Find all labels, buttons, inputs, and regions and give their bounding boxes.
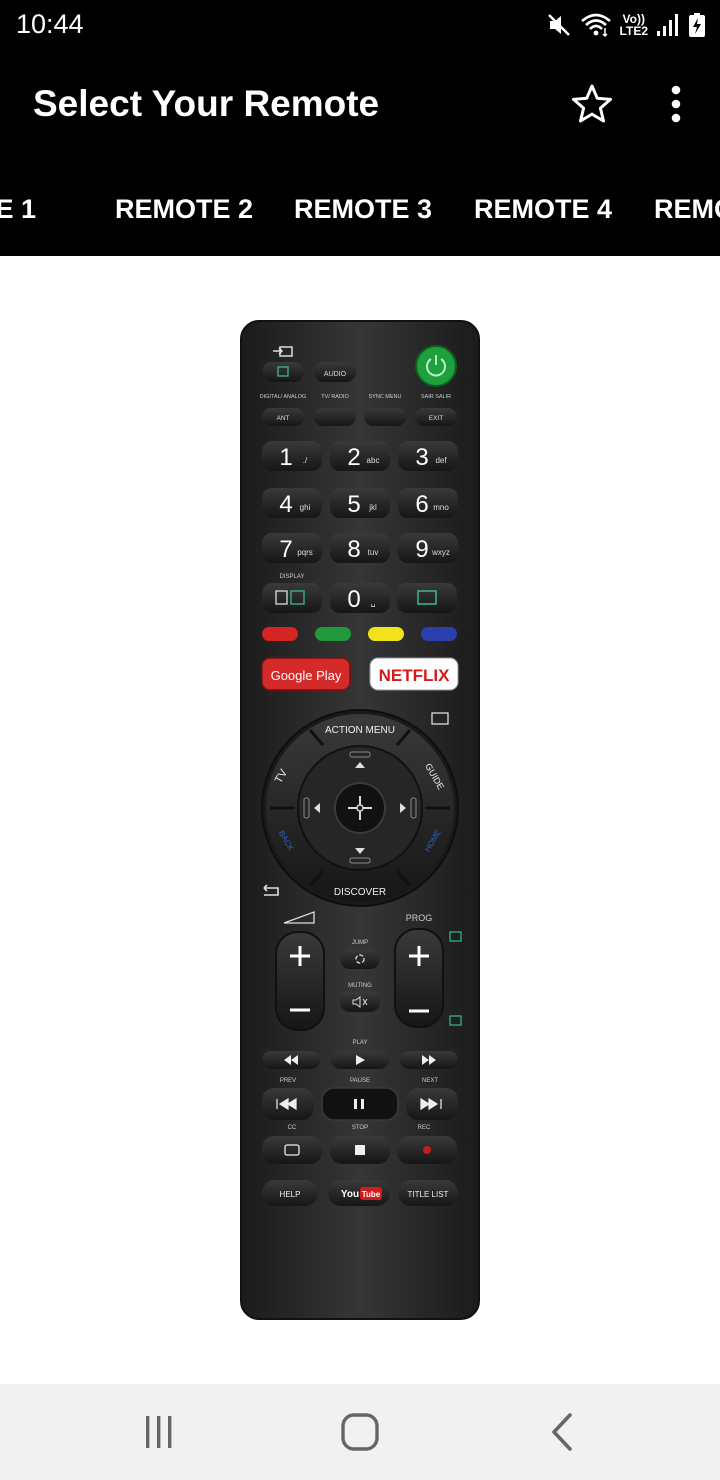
exit-label: EXIT	[429, 415, 443, 422]
star-icon	[572, 84, 612, 123]
home-button[interactable]	[334, 1406, 386, 1458]
display-label: DISPLAY	[280, 574, 305, 580]
home-icon	[341, 1413, 379, 1451]
teletext-button[interactable]	[397, 583, 457, 613]
action-menu-label: ACTION MENU	[325, 725, 395, 736]
number-key-3-digit: 3	[415, 444, 428, 471]
back-button[interactable]	[536, 1406, 588, 1458]
digital-analog-label: DIGITAL/ ANALOG	[260, 394, 307, 400]
app-bar: Select Your Remote	[0, 52, 720, 160]
number-key-8-digit: 8	[347, 536, 360, 563]
back-icon	[552, 1413, 572, 1451]
play-label: PLAY	[353, 1040, 368, 1046]
sair-salir-label: SAIR SALIR	[421, 394, 451, 400]
muting-label: MUTING	[348, 983, 372, 989]
number-key-9-letters: wxyz	[431, 548, 450, 557]
number-key-0-letters: ␣	[370, 598, 375, 607]
rec-icon	[423, 1146, 431, 1154]
discover-label: DISCOVER	[334, 887, 386, 898]
help-label: HELP	[280, 1190, 301, 1199]
remote-image[interactable]: AUDIO DIGITAL/ ANALOG TV/ RADIO SYNC MEN…	[240, 320, 480, 1320]
tv-radio-button[interactable]	[314, 408, 356, 426]
ant-label: ANT	[277, 415, 290, 422]
status-time: 10:44	[16, 9, 84, 39]
rec-label: REC	[418, 1125, 431, 1131]
status-icons: Vo)) LTE2	[546, 8, 706, 42]
jump-button[interactable]	[340, 949, 380, 969]
prev-label: PREV	[280, 1078, 296, 1084]
number-key-6-letters: mno	[433, 503, 449, 512]
number-key-7-letters: pqrs	[297, 548, 313, 557]
number-key-4-letters: ghi	[300, 503, 311, 512]
page-title: Select Your Remote	[33, 83, 380, 124]
tab-remote-4[interactable]: REMOTE 4	[474, 194, 612, 225]
tab-remote-5[interactable]: REMOTE 5	[654, 194, 720, 225]
number-key-8-letters: tuv	[368, 548, 379, 557]
prog-label: PROG	[406, 913, 433, 923]
audio-label: AUDIO	[324, 371, 347, 378]
number-key-6-digit: 6	[415, 491, 428, 518]
green-button[interactable]	[315, 627, 351, 641]
number-key-7-digit: 7	[279, 536, 292, 563]
number-key-5-letters: jkl	[368, 503, 377, 512]
number-key-1-letters: ./	[303, 456, 308, 465]
recents-icon	[146, 1416, 172, 1448]
tab-remote-2[interactable]: REMOTE 2	[115, 194, 253, 225]
title-list-label: TITLE LIST	[408, 1190, 449, 1199]
display-button[interactable]	[262, 583, 322, 613]
recents-button[interactable]	[133, 1406, 185, 1458]
tab-remote-3[interactable]: REMOTE 3	[294, 194, 432, 225]
number-key-1-digit: 1	[279, 444, 292, 471]
number-key-0-digit: 0	[347, 586, 360, 613]
number-key-5-digit: 5	[347, 491, 360, 518]
jump-label: JUMP	[352, 940, 368, 946]
more-vert-icon	[671, 85, 681, 123]
sync-menu-button[interactable]	[364, 408, 406, 426]
number-key-2-digit: 2	[347, 444, 360, 471]
input-button[interactable]	[262, 362, 304, 382]
tv-radio-label: TV/ RADIO	[321, 394, 349, 400]
stop-icon	[355, 1145, 365, 1155]
power-button[interactable]	[415, 345, 457, 387]
mute-icon	[546, 12, 572, 38]
battery-charging-icon	[688, 12, 706, 38]
more-options-button[interactable]	[652, 80, 700, 128]
netflix-label: NETFLIX	[379, 666, 450, 685]
sync-menu-label: SYNC MENU	[368, 394, 401, 400]
favorite-button[interactable]	[568, 80, 616, 128]
wifi-icon	[580, 12, 612, 38]
blue-button[interactable]	[421, 627, 457, 641]
system-nav-bar	[0, 1384, 720, 1480]
next-label: NEXT	[422, 1078, 438, 1084]
signal-icon	[656, 13, 680, 37]
red-button[interactable]	[262, 627, 298, 641]
remote-tabs: REMOTE 1 REMOTE 2 REMOTE 3 REMOTE 4 REMO…	[0, 160, 720, 256]
pause-label: PAUSE	[350, 1078, 370, 1084]
pause-button[interactable]	[321, 1087, 399, 1121]
stop-label: STOP	[352, 1125, 368, 1131]
number-key-3-letters: def	[435, 456, 447, 465]
status-bar: 10:44 Vo)) LTE2	[0, 0, 720, 52]
number-key-4-digit: 4	[279, 491, 292, 518]
youtube-you-label: You	[341, 1189, 359, 1200]
yellow-button[interactable]	[368, 627, 404, 641]
youtube-tube-label: Tube	[362, 1190, 381, 1199]
google-play-label: Google Play	[271, 668, 342, 683]
number-key-2-letters: abc	[367, 456, 380, 465]
cc-label: CC	[288, 1125, 297, 1131]
content-area: AUDIO DIGITAL/ ANALOG TV/ RADIO SYNC MEN…	[0, 256, 720, 1384]
number-key-9-digit: 9	[415, 536, 428, 563]
cc-button[interactable]	[262, 1136, 322, 1164]
lte-icon: Vo)) LTE2	[620, 13, 648, 37]
tab-remote-1[interactable]: REMOTE 1	[0, 194, 36, 225]
lte-bottom-text: LTE2	[619, 24, 648, 38]
